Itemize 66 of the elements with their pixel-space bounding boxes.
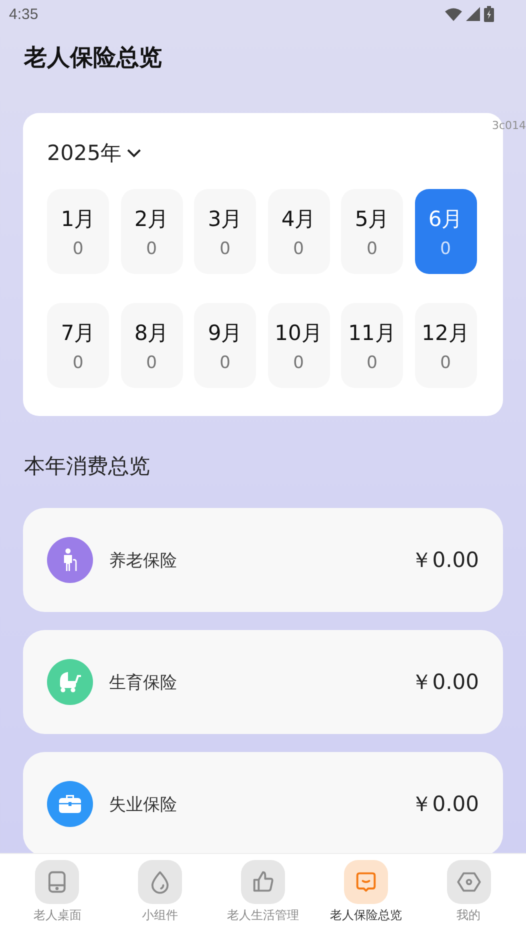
month-label: 8月 xyxy=(134,320,169,346)
month-count: 0 xyxy=(146,238,157,258)
month-tile[interactable]: 1月 0 xyxy=(47,189,109,274)
month-label: 9月 xyxy=(208,320,242,346)
nav-tab[interactable]: 老人生活管理 xyxy=(212,860,313,935)
insurance-amount: ￥0.00 xyxy=(411,547,479,574)
month-tile[interactable]: 5月 0 xyxy=(341,189,403,274)
month-tile[interactable]: 4月 0 xyxy=(268,189,330,274)
month-count: 0 xyxy=(146,352,157,372)
month-label: 5月 xyxy=(354,206,390,232)
month-count: 0 xyxy=(440,238,451,258)
month-label: 6月 xyxy=(428,206,463,232)
insurance-name: 养老保险 xyxy=(109,550,178,572)
month-count: 0 xyxy=(72,238,84,258)
battery-icon xyxy=(484,6,494,22)
month-label: 7月 xyxy=(60,320,96,346)
chevron-down-icon xyxy=(126,148,142,158)
month-tile[interactable]: 3月 0 xyxy=(194,189,256,274)
briefcase-icon xyxy=(58,793,82,815)
insurance-card[interactable]: 生育保险 ￥0.00 xyxy=(23,630,503,734)
nav-tab[interactable]: 小组件 xyxy=(110,860,210,935)
month-tile[interactable]: 12月 0 xyxy=(414,303,476,388)
month-count: 0 xyxy=(293,352,304,372)
status-time: 4:35 xyxy=(9,6,38,22)
month-tile[interactable]: 8月 0 xyxy=(120,303,182,388)
nav-label: 老人桌面 xyxy=(33,907,82,924)
month-tile[interactable]: 9月 0 xyxy=(194,303,256,388)
section-title: 本年消费总览 xyxy=(24,453,151,480)
month-label: 3月 xyxy=(208,206,242,232)
insurance-name: 失业保险 xyxy=(109,794,178,816)
month-count: 0 xyxy=(72,352,84,372)
month-count: 0 xyxy=(220,352,230,372)
insurance-amount: ￥0.00 xyxy=(411,669,479,696)
month-label: 4月 xyxy=(281,206,316,232)
wifi-icon xyxy=(445,8,462,20)
month-tile[interactable]: 10月 0 xyxy=(268,303,330,388)
month-count: 0 xyxy=(220,238,230,258)
month-tile[interactable]: 2月 0 xyxy=(120,189,182,274)
baby-stroller-icon xyxy=(57,670,83,694)
nav-label: 老人生活管理 xyxy=(226,907,299,924)
month-count: 0 xyxy=(293,238,304,258)
month-label: 11月 xyxy=(348,320,396,346)
month-label: 1月 xyxy=(60,206,96,232)
month-count: 0 xyxy=(366,352,378,372)
insurance-name: 生育保险 xyxy=(109,672,178,694)
signal-icon xyxy=(466,7,480,21)
month-label: 2月 xyxy=(134,206,169,232)
month-count: 0 xyxy=(366,238,378,258)
month-tile[interactable]: 6月 0 xyxy=(414,189,476,274)
month-label: 12月 xyxy=(422,320,470,346)
insurance-card[interactable]: 失业保险 ￥0.00 xyxy=(23,752,503,853)
nav-label: 我的 xyxy=(456,907,481,924)
debug-label: 3c014 xyxy=(492,119,526,132)
nav-tab[interactable]: 老人保险总览 xyxy=(316,860,416,935)
year-dropdown[interactable]: 2025年 xyxy=(47,139,142,167)
nav-label: 小组件 xyxy=(142,907,178,924)
month-tile[interactable]: 7月 0 xyxy=(47,303,109,388)
month-count: 0 xyxy=(440,352,451,372)
insurance-card[interactable]: 养老保险 ￥0.00 xyxy=(23,508,503,612)
month-label: 10月 xyxy=(274,320,322,346)
page-title: 老人保险总览 xyxy=(24,44,163,73)
nav-tab[interactable]: 老人桌面 xyxy=(7,860,108,935)
month-tile[interactable]: 11月 0 xyxy=(341,303,403,388)
nav-tab[interactable]: 我的 xyxy=(418,860,519,935)
nav-label: 老人保险总览 xyxy=(330,907,402,924)
insurance-amount: ￥0.00 xyxy=(411,791,479,818)
